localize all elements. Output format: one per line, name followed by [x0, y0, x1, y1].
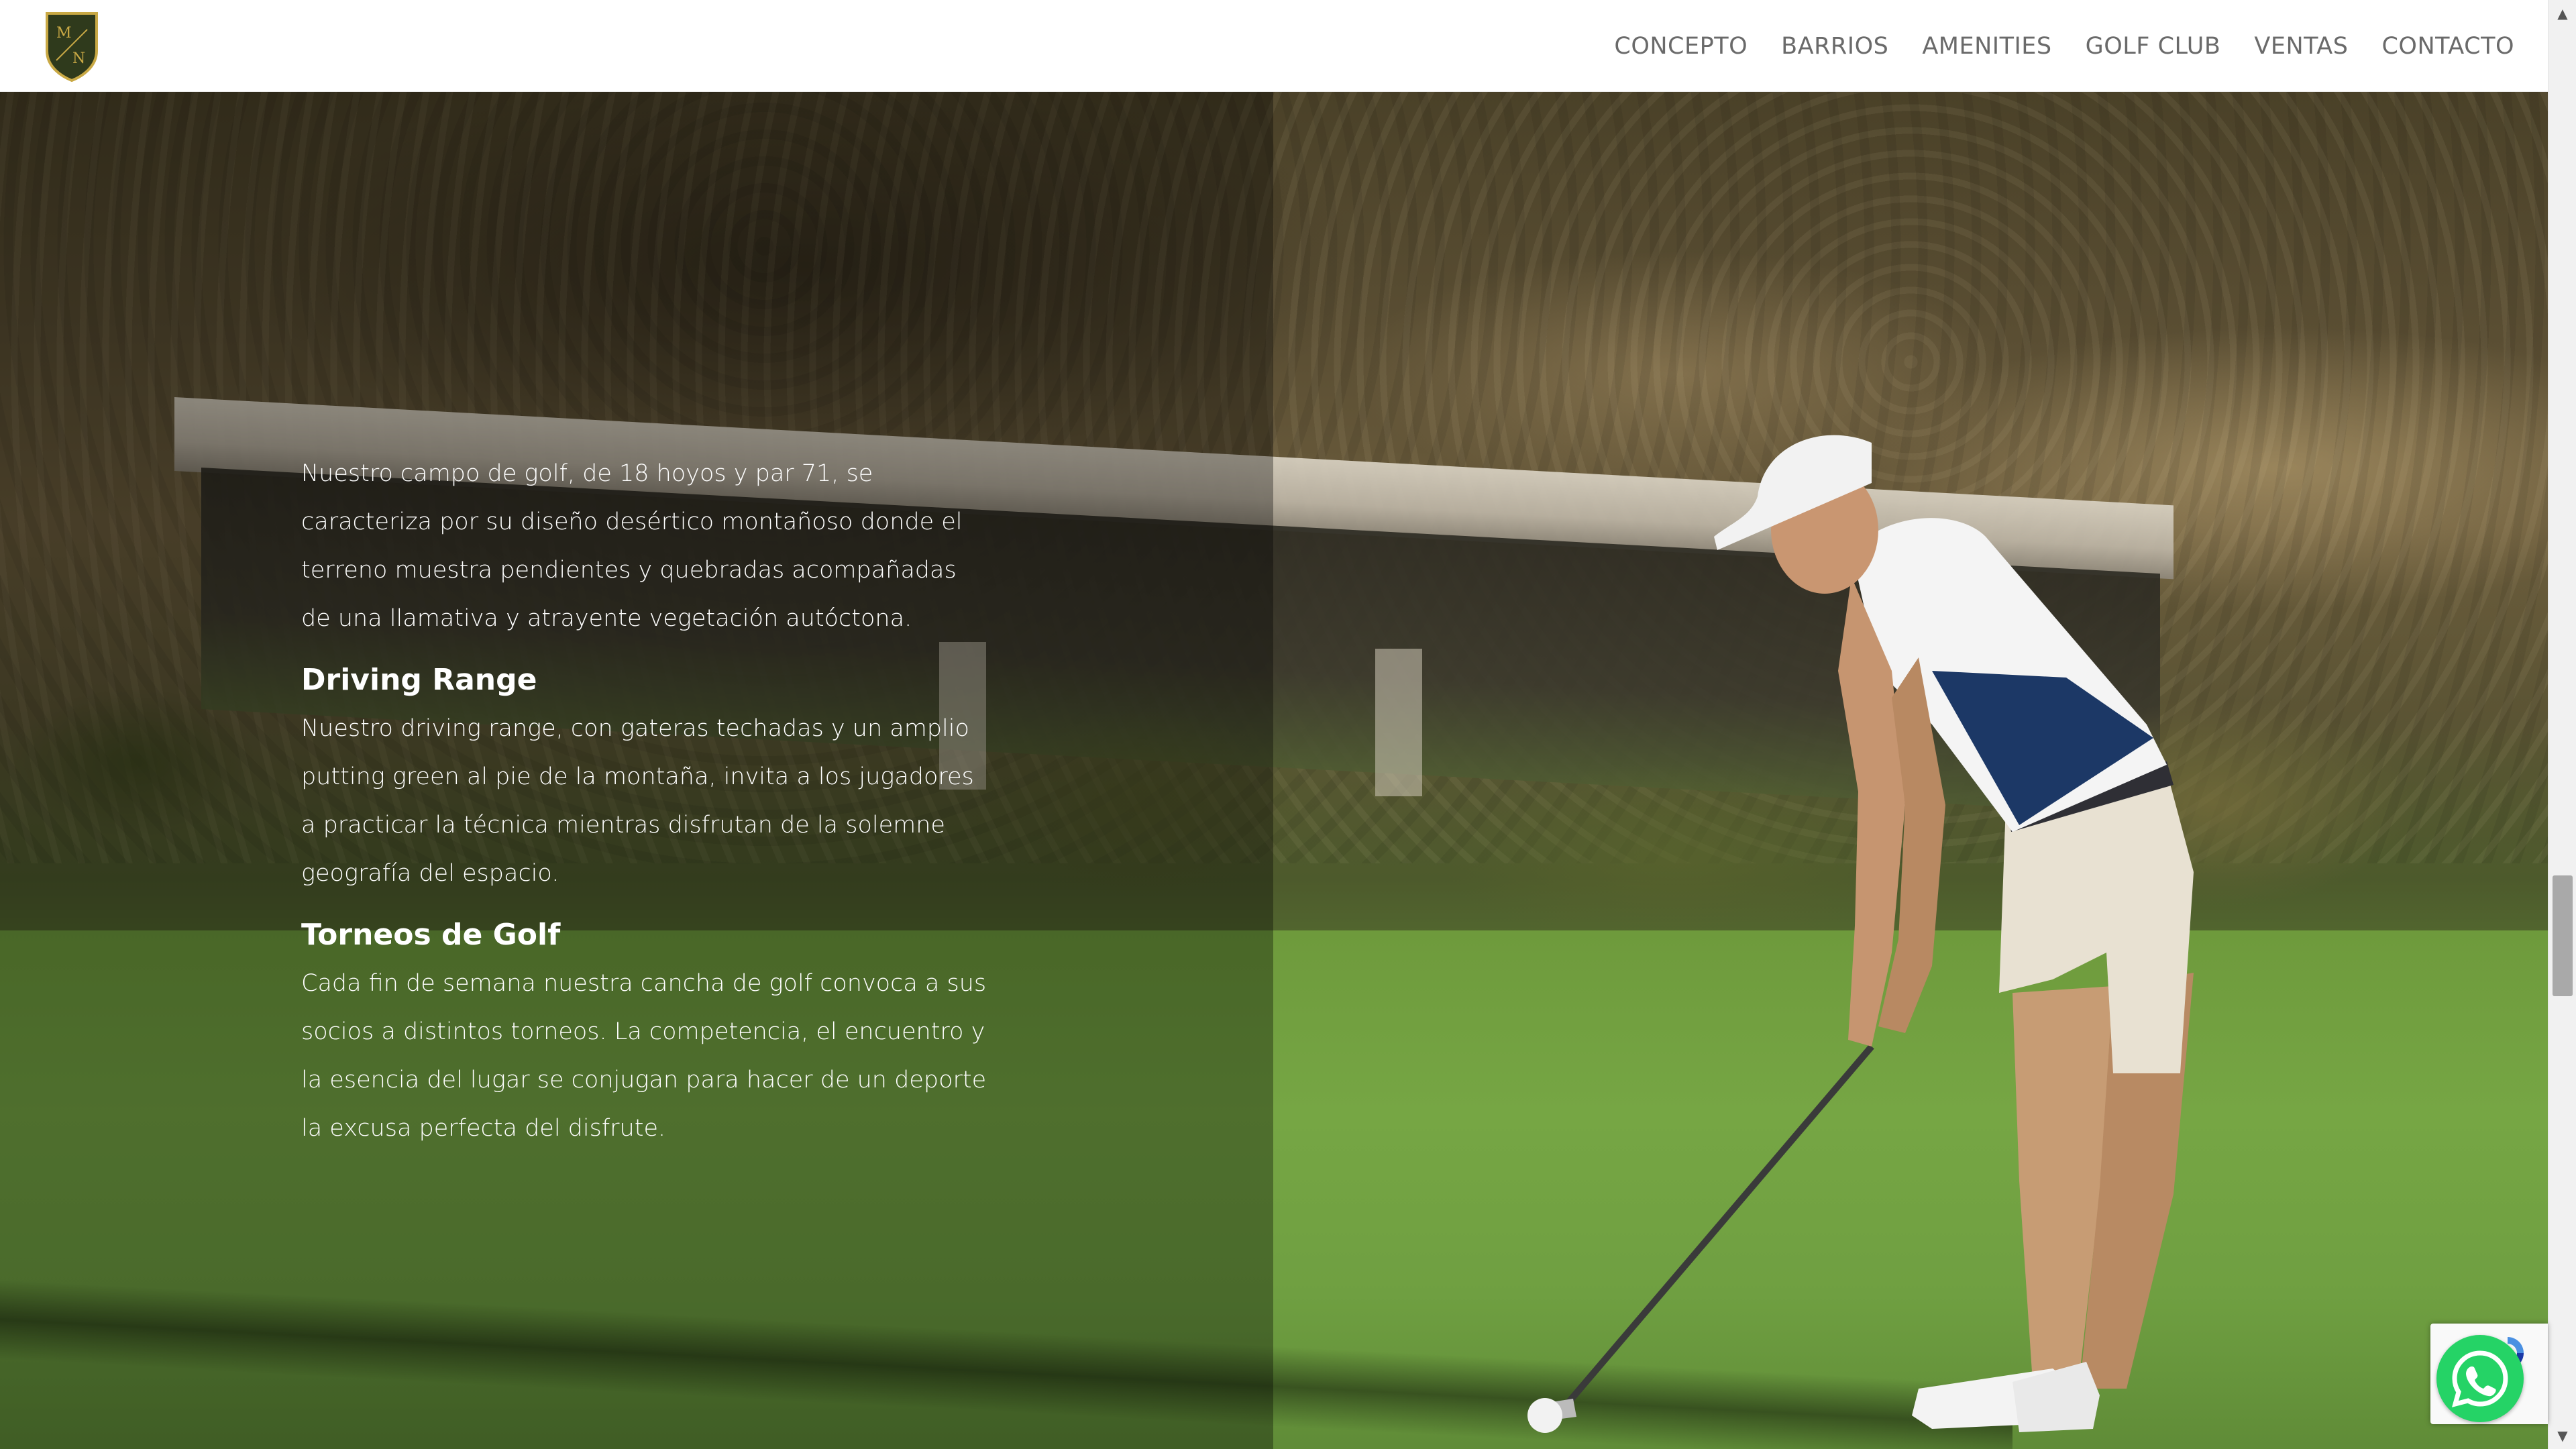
nav-ventas[interactable]: VENTAS: [2254, 33, 2348, 60]
scrollbar-thumb[interactable]: [2553, 875, 2573, 996]
scroll-down-arrow-icon[interactable]: ▼: [2548, 1422, 2576, 1449]
site-header: M N CONCEPTO BARRIOS AMENITIES GOLF CLUB…: [0, 0, 2548, 92]
svg-text:M: M: [56, 25, 72, 42]
nav-barrios[interactable]: BARRIOS: [1781, 33, 1888, 60]
whatsapp-chat-button[interactable]: [2436, 1335, 2524, 1422]
nav-amenities[interactable]: AMENITIES: [1922, 33, 2051, 60]
scroll-up-arrow-icon[interactable]: ▲: [2548, 0, 2576, 27]
svg-text:N: N: [72, 50, 85, 67]
section-title-driving-range: Driving Range: [301, 663, 537, 697]
nav-golf-club[interactable]: GOLF CLUB: [2086, 33, 2221, 60]
golf-club-description: Nuestro campo de golf, de 18 hoyos y par…: [301, 449, 992, 1152]
brand-logo-shield[interactable]: M N: [42, 9, 102, 82]
section-text-driving-range: Nuestro driving range, con gateras techa…: [301, 715, 974, 887]
section-title-torneos: Torneos de Golf: [301, 918, 561, 952]
section-text-torneos: Cada fin de semana nuestra cancha de gol…: [301, 970, 987, 1142]
main-navigation: CONCEPTO BARRIOS AMENITIES GOLF CLUB VEN…: [1614, 0, 2514, 92]
page-scrollbar[interactable]: ▲ ▼: [2548, 0, 2576, 1449]
intro-paragraph: Nuestro campo de golf, de 18 hoyos y par…: [301, 460, 963, 632]
nav-concepto[interactable]: CONCEPTO: [1614, 33, 1748, 60]
nav-contacto[interactable]: CONTACTO: [2381, 33, 2514, 60]
whatsapp-icon: [2451, 1350, 2508, 1407]
